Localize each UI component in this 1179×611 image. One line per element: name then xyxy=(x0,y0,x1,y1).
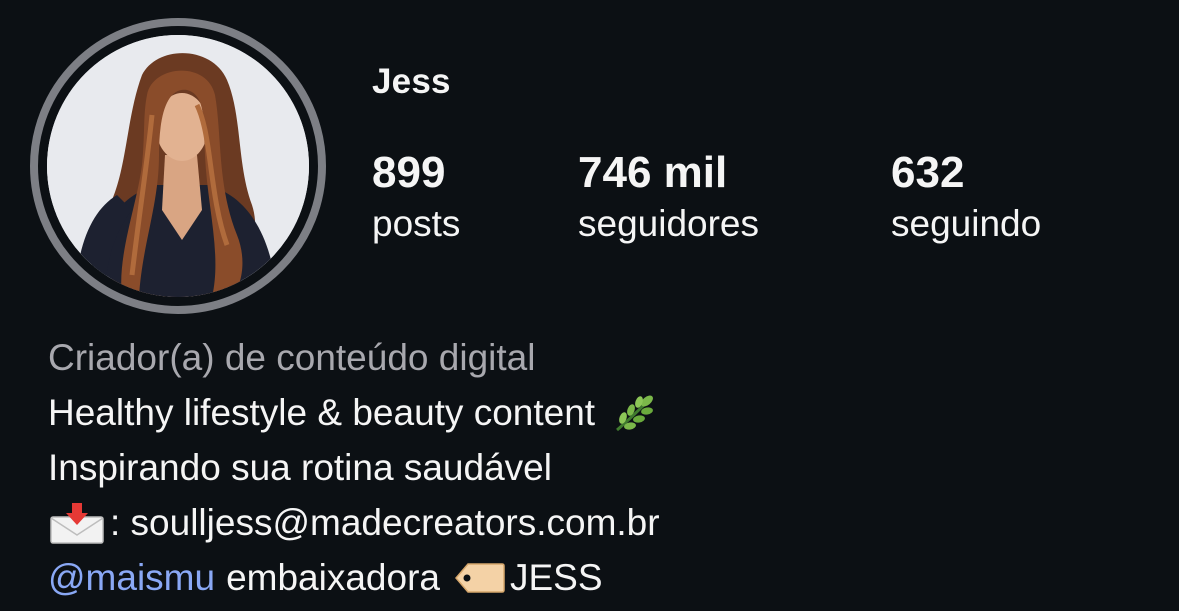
profile-avatar[interactable] xyxy=(30,18,326,314)
bio-line-1: Healthy lifestyle & beauty content xyxy=(48,385,660,440)
followers-stat[interactable]: 746 mil seguidores xyxy=(578,146,759,248)
discount-code: JESS xyxy=(509,557,603,598)
followers-label: seguidores xyxy=(578,203,760,244)
followers-count: 746 mil xyxy=(578,148,728,197)
following-label: seguindo xyxy=(891,203,1042,244)
posts-count: 899 xyxy=(372,148,446,197)
posts-label: posts xyxy=(372,203,461,244)
label-tag-icon xyxy=(454,561,506,595)
bio-line-3: : soulljess@madecreators.com.br xyxy=(48,495,660,550)
bio-line-4-text: embaixadora xyxy=(226,557,440,598)
avatar-photo xyxy=(47,35,309,297)
bio-line-1-text: Healthy lifestyle & beauty content xyxy=(48,392,596,433)
envelope-arrow-icon xyxy=(48,501,106,545)
bio-line-4: @maismu embaixadora JESS xyxy=(48,550,660,605)
following-stat[interactable]: 632 seguindo xyxy=(891,146,1041,248)
mention-link[interactable]: @maismu xyxy=(48,550,215,605)
herb-icon xyxy=(611,392,657,434)
bio-line-2: Inspirando sua rotina saudável xyxy=(48,447,552,488)
profile-username: Jess xyxy=(372,62,451,101)
bio-email[interactable]: : soulljess@madecreators.com.br xyxy=(110,495,660,550)
posts-stat[interactable]: 899 posts xyxy=(372,146,460,248)
profile-bio: Criador(a) de conteúdo digital Healthy l… xyxy=(48,330,660,605)
following-count: 632 xyxy=(891,148,965,197)
bio-category: Criador(a) de conteúdo digital xyxy=(48,337,536,378)
